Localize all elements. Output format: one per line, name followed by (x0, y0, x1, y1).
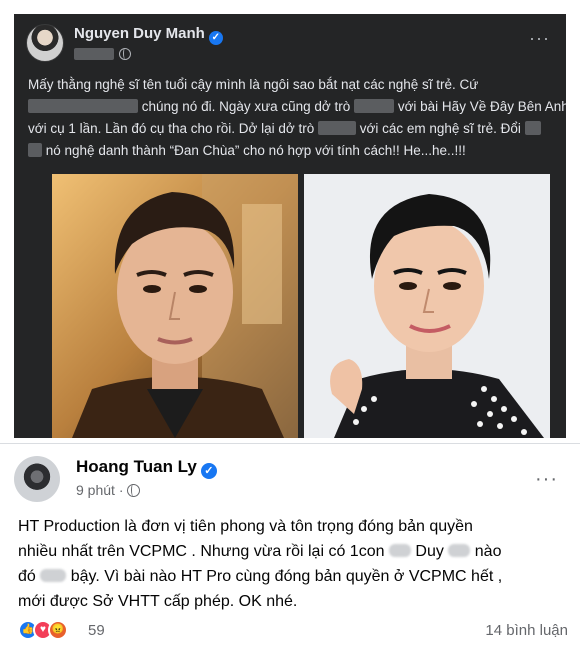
text-segment: với cụ 1 lần. Lần đó cụ tha cho rồi. Dở … (28, 121, 315, 136)
text-line: đó bậy. Vì bài nào HT Pro cùng đóng bản … (18, 564, 568, 589)
redacted-text (448, 544, 471, 557)
redacted-text (28, 143, 42, 157)
post-meta: 9 phút · (76, 482, 141, 498)
text-segment: Mấy thằng nghệ sĩ tên tuổi cậy mình là n… (28, 77, 479, 92)
author-name-text[interactable]: Hoang Tuan Ly (76, 457, 197, 476)
photo-left[interactable] (52, 174, 298, 438)
text-segment: mới được Sở VHTT cấp phép. OK nhé. (18, 593, 298, 610)
portrait-illustration-right (304, 174, 550, 438)
text-segment: nào (474, 543, 502, 560)
verified-badge-icon: ✓ (208, 31, 223, 45)
redacted-text (524, 121, 541, 135)
text-line: HT Production là đơn vị tiên phong và tô… (18, 514, 568, 539)
text-line: nhiều nhất trên VCPMC . Nhưng vừa rồi lạ… (18, 539, 568, 564)
text-segment: nhiều nhất trên VCPMC . Nhưng vừa rồi lạ… (18, 543, 385, 560)
text-segment: Duy (415, 543, 444, 560)
reaction-icons[interactable]: 👍 ♥ 😠 (18, 620, 68, 640)
photo-right[interactable] (304, 174, 550, 438)
author-avatar[interactable] (14, 456, 60, 502)
post-footer: 👍 ♥ 😠 59 14 bình luận (18, 620, 568, 642)
globe-icon (119, 48, 131, 60)
more-options-icon[interactable]: ··· (529, 28, 550, 49)
text-segment: nó nghệ danh thành “Đan Chùa” cho nó hợp… (45, 143, 466, 158)
text-segment: HT Production là đơn vị tiên phong và tô… (18, 518, 473, 535)
text-segment: với các em nghệ sĩ trẻ. Đổi (359, 121, 521, 136)
author-name-text[interactable]: Nguyen Duy Manh (74, 25, 205, 42)
more-options-icon[interactable]: ··· (535, 468, 558, 491)
redacted-text (28, 99, 138, 113)
text-segment: đó (18, 568, 36, 585)
comment-count[interactable]: 14 bình luận (485, 622, 568, 639)
angry-icon: 😠 (48, 620, 68, 640)
redacted-text (40, 569, 67, 582)
text-segment: với bài Hãy Về Đây Bên Anh (397, 99, 566, 114)
text-line: mới được Sở VHTT cấp phép. OK nhé. (18, 589, 568, 614)
text-segment: bậy. Vì bài nào HT Pro cùng đóng bản quy… (70, 568, 503, 585)
text-line: nó nghệ danh thành “Đan Chùa” cho nó hợp… (28, 140, 556, 162)
post-card-2: Hoang Tuan Ly ✓ 9 phút · ··· HT Productio… (0, 443, 580, 651)
post-text: HT Production là đơn vị tiên phong và tô… (18, 514, 568, 614)
author-avatar[interactable] (26, 24, 64, 62)
author-name[interactable]: Hoang Tuan Ly ✓ (76, 457, 217, 479)
text-segment: chúng nó đi. Ngày xưa cũng dở trò (141, 99, 351, 114)
portrait-illustration-left (52, 174, 298, 438)
post-text: Mấy thằng nghệ sĩ tên tuổi cậy mình là n… (28, 74, 566, 162)
redacted-text (388, 544, 411, 557)
globe-icon (127, 483, 141, 497)
author-name[interactable]: Nguyen Duy Manh ✓ (74, 25, 223, 45)
post-card-1: Nguyen Duy Manh ✓ ··· Mấy thằng nghệ sĩ t… (14, 14, 566, 438)
redacted-text (317, 121, 356, 135)
redacted-timestamp (74, 48, 114, 60)
redacted-text (354, 99, 395, 113)
text-line: với cụ 1 lần. Lần đó cụ tha cho rồi. Dở … (28, 118, 556, 140)
verified-badge-icon: ✓ (200, 463, 217, 479)
reaction-count[interactable]: 59 (88, 622, 105, 639)
post-timestamp[interactable]: 9 phút · (76, 482, 123, 498)
post-header: Nguyen Duy Manh ✓ ··· (14, 14, 566, 74)
text-line: chúng nó đi. Ngày xưa cũng dở trò với bà… (28, 96, 566, 118)
post-meta (74, 46, 131, 62)
text-line: Mấy thằng nghệ sĩ tên tuổi cậy mình là n… (28, 74, 556, 96)
post-photos (52, 174, 550, 438)
